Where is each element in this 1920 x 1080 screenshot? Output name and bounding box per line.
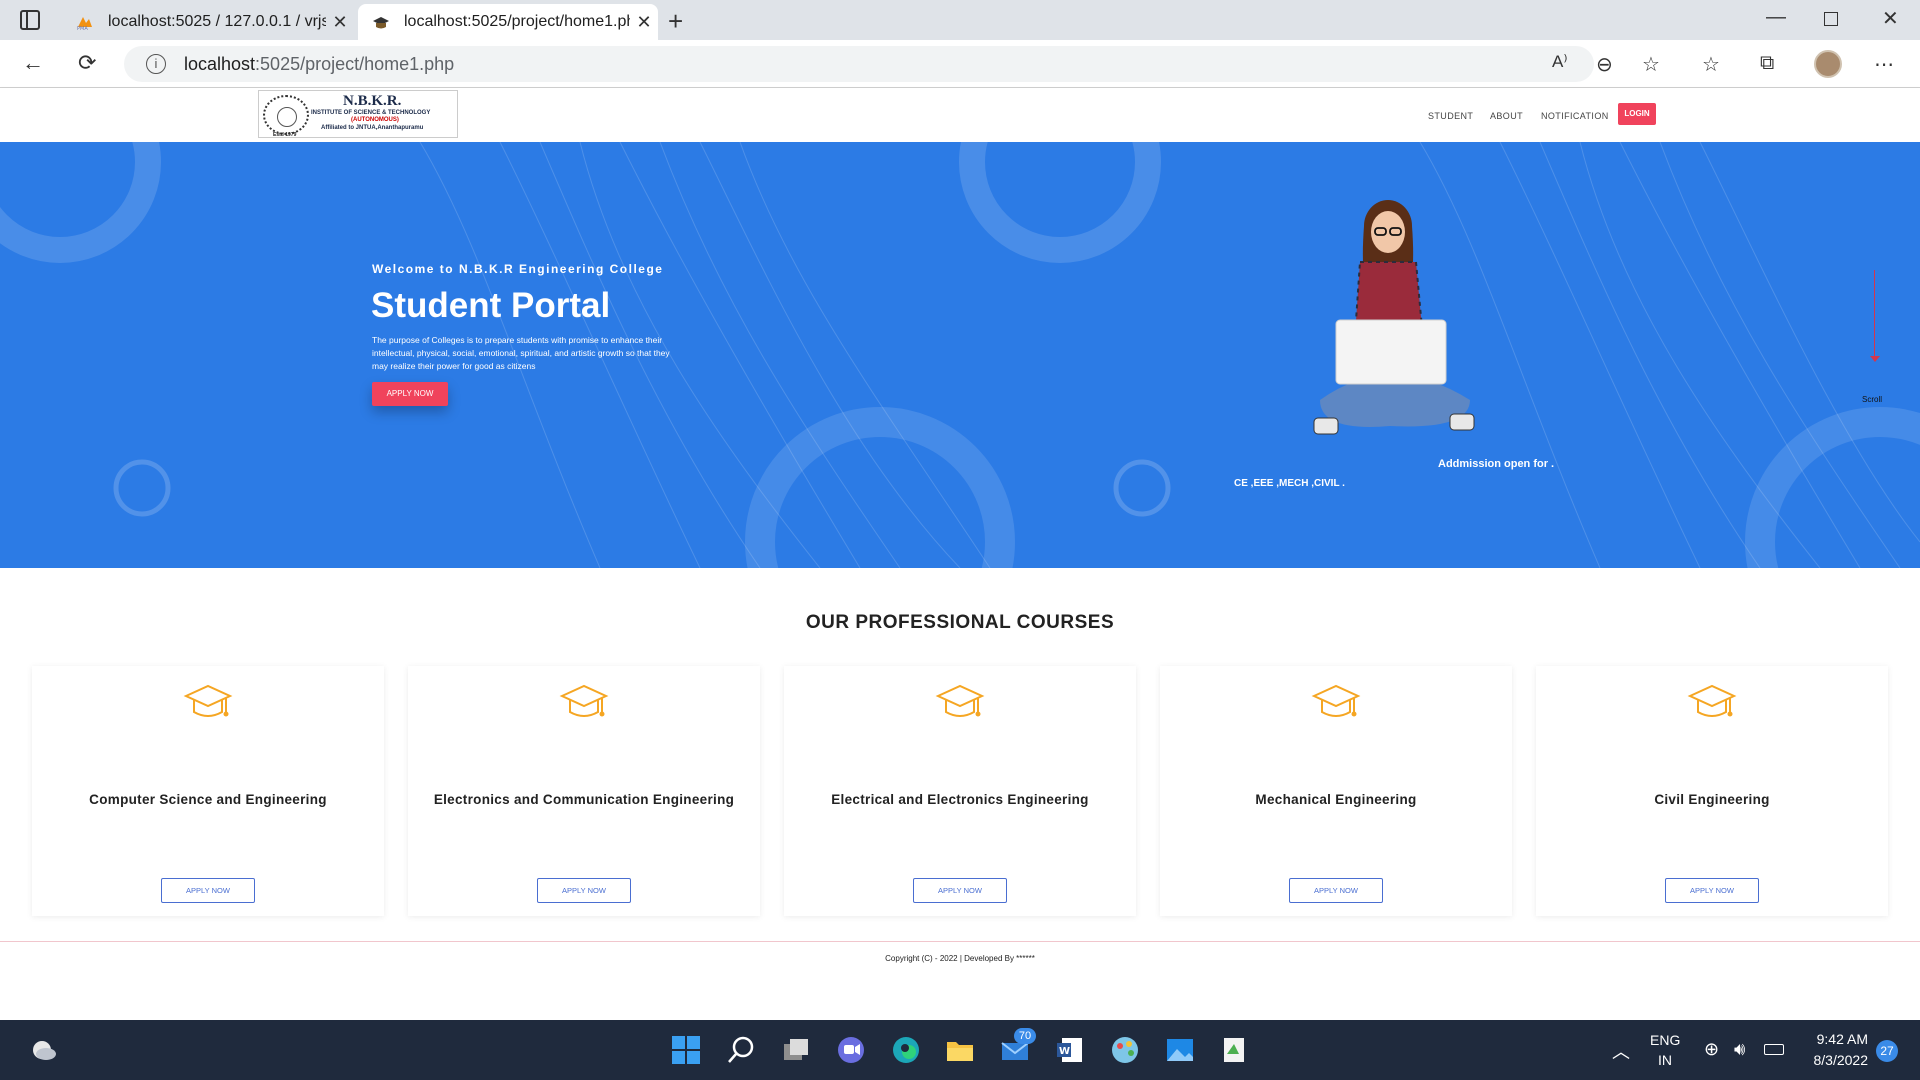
battery-icon[interactable] xyxy=(1764,1044,1784,1055)
photos-icon[interactable] xyxy=(1164,1034,1196,1066)
address-bar-row: ← ⟳ i localhost:5025/project/home1.php A… xyxy=(0,40,1920,88)
course-card: Mechanical Engineering APPLY NOW xyxy=(1160,666,1512,916)
scroll-line xyxy=(1874,270,1875,358)
restore-icon[interactable] xyxy=(1824,12,1838,26)
college-seal-icon xyxy=(263,95,309,135)
language-code[interactable]: ENG xyxy=(1650,1032,1680,1048)
graduation-cap-icon xyxy=(1311,684,1361,717)
close-window-icon[interactable]: ✕ xyxy=(1882,6,1899,31)
course-apply-button[interactable]: APPLY NOW xyxy=(1289,878,1383,903)
nav-student[interactable]: STUDENT xyxy=(1428,111,1473,121)
collections-icon[interactable]: ⧉ xyxy=(1760,52,1774,75)
word-icon[interactable]: W xyxy=(1054,1034,1086,1066)
notepad-icon[interactable] xyxy=(1218,1034,1250,1066)
hero-title: Student Portal xyxy=(371,286,611,325)
paint-icon[interactable] xyxy=(1109,1034,1141,1066)
site-info-icon[interactable]: i xyxy=(146,54,166,74)
language-region[interactable]: IN xyxy=(1658,1052,1672,1068)
refresh-icon[interactable]: ⟳ xyxy=(78,50,96,76)
admission-text: Addmission open for . xyxy=(1438,458,1555,470)
scroll-arrow-icon xyxy=(1870,356,1880,362)
logo-affiliation: Affiliated to JNTUA,Ananthapuramu xyxy=(321,125,424,131)
close-tab-icon[interactable]: ✕ xyxy=(326,12,354,33)
profile-avatar[interactable] xyxy=(1814,50,1842,78)
notification-badge[interactable]: 27 xyxy=(1876,1040,1898,1062)
svg-text:PMA: PMA xyxy=(77,26,88,31)
course-name: Mechanical Engineering xyxy=(1255,792,1417,807)
hero-welcome: Welcome to N.B.K.R Engineering College xyxy=(372,262,664,276)
tab-phpmyadmin[interactable]: PMA localhost:5025 / 127.0.0.1 / vrjsm ✕ xyxy=(62,4,354,40)
logo-estd: Estd 1979 xyxy=(273,132,297,138)
footer-copyright: Copyright (C) - 2022 | Developed By ****… xyxy=(885,954,1035,963)
graduation-cap-icon xyxy=(183,684,233,717)
logo-autonomous: (AUTONOMOUS) xyxy=(351,117,399,123)
edge-icon[interactable] xyxy=(890,1034,922,1066)
course-card: Computer Science and Engineering APPLY N… xyxy=(32,666,384,916)
logo-subtitle: INSTITUTE OF SCIENCE & TECHNOLOGY xyxy=(311,110,431,116)
tab-actions-icon[interactable] xyxy=(20,10,40,30)
course-apply-button[interactable]: APPLY NOW xyxy=(913,878,1007,903)
site-navbar: N.B.K.R. INSTITUTE OF SCIENCE & TECHNOLO… xyxy=(0,88,1920,142)
graduation-cap-icon xyxy=(559,684,609,717)
phpmyadmin-icon: PMA xyxy=(77,17,92,31)
file-explorer-icon[interactable] xyxy=(944,1034,976,1066)
start-icon[interactable] xyxy=(670,1034,702,1066)
course-name: Electrical and Electronics Engineering xyxy=(831,792,1089,807)
graduation-cap-icon xyxy=(1687,684,1737,717)
scroll-label[interactable]: Scroll xyxy=(1862,395,1882,404)
browser-tab-bar: PMA localhost:5025 / 127.0.0.1 / vrjsm ✕… xyxy=(0,0,1920,40)
hero-banner: Welcome to N.B.K.R Engineering College S… xyxy=(0,142,1920,568)
course-card: Electronics and Communication Engineerin… xyxy=(408,666,760,916)
course-name: Electronics and Communication Engineerin… xyxy=(433,792,735,807)
new-tab-icon[interactable]: + xyxy=(668,6,683,37)
course-apply-button[interactable]: APPLY NOW xyxy=(537,878,631,903)
search-icon[interactable] xyxy=(725,1034,757,1066)
favorites-icon[interactable]: ☆ xyxy=(1702,52,1720,77)
url-path: :5025/project/home1.php xyxy=(255,53,455,74)
clock-time[interactable]: 9:42 AM xyxy=(1806,1031,1868,1047)
more-menu-icon[interactable]: ⋯ xyxy=(1874,52,1894,77)
course-name: Computer Science and Engineering xyxy=(89,792,327,807)
task-view-icon[interactable] xyxy=(780,1034,812,1066)
chat-icon[interactable] xyxy=(835,1034,867,1066)
weather-icon[interactable] xyxy=(26,1034,58,1066)
college-logo[interactable]: N.B.K.R. INSTITUTE OF SCIENCE & TECHNOLO… xyxy=(258,90,458,138)
page-favicon xyxy=(373,17,389,29)
course-card: Electrical and Electronics Engineering A… xyxy=(784,666,1136,916)
url-field[interactable]: i localhost:5025/project/home1.php xyxy=(124,46,1594,82)
windows-taskbar: 70 W ︿ ENG IN ⊕ 🔊︎ 9:42 AM 8/3/2022 27 xyxy=(0,1020,1920,1080)
course-card: Civil Engineering APPLY NOW xyxy=(1536,666,1888,916)
close-tab-icon[interactable]: ✕ xyxy=(630,12,658,33)
mail-badge: 70 xyxy=(1014,1028,1036,1044)
nav-notification[interactable]: NOTIFICATION xyxy=(1541,111,1609,121)
course-apply-button[interactable]: APPLY NOW xyxy=(1665,878,1759,903)
volume-icon[interactable]: 🔊︎ xyxy=(1734,1039,1745,1060)
network-icon[interactable]: ⊕ xyxy=(1704,1039,1719,1060)
tab-title: localhost:5025 / 127.0.0.1 / vrjsm xyxy=(108,13,326,30)
svg-text:W: W xyxy=(1059,1046,1070,1057)
url-host: localhost xyxy=(184,53,256,74)
read-aloud-icon[interactable]: A⁾ xyxy=(1552,52,1568,72)
courses-marquee: CE ,EEE ,MECH ,CIVIL . xyxy=(1234,478,1345,489)
login-button[interactable]: LOGIN xyxy=(1618,103,1656,125)
course-name: Civil Engineering xyxy=(1654,792,1770,807)
student-laptop-illustration xyxy=(1313,200,1475,435)
zoom-out-icon[interactable]: ⊖ xyxy=(1596,52,1613,77)
tab-title: localhost:5025/project/home1.php xyxy=(404,13,630,30)
add-favorite-icon[interactable]: ☆ xyxy=(1642,52,1660,77)
back-icon[interactable]: ← xyxy=(22,50,44,76)
minimize-icon[interactable]: — xyxy=(1766,6,1786,29)
hero-description: The purpose of Colleges is to prepare st… xyxy=(372,335,670,371)
logo-name: N.B.K.R. xyxy=(343,93,402,109)
tab-home1[interactable]: localhost:5025/project/home1.php ✕ xyxy=(358,4,658,40)
graduation-cap-icon xyxy=(935,684,985,717)
course-apply-button[interactable]: APPLY NOW xyxy=(161,878,255,903)
hero-apply-button[interactable]: APPLY NOW xyxy=(372,382,448,406)
footer-divider xyxy=(0,941,1920,942)
hero-background-pattern xyxy=(0,142,1920,568)
courses-heading: OUR PROFESSIONAL COURSES xyxy=(805,612,1115,633)
clock-date[interactable]: 8/3/2022 xyxy=(1800,1052,1869,1068)
tray-overflow-icon[interactable]: ︿ xyxy=(1612,1038,1630,1064)
nav-about[interactable]: ABOUT xyxy=(1490,111,1523,121)
